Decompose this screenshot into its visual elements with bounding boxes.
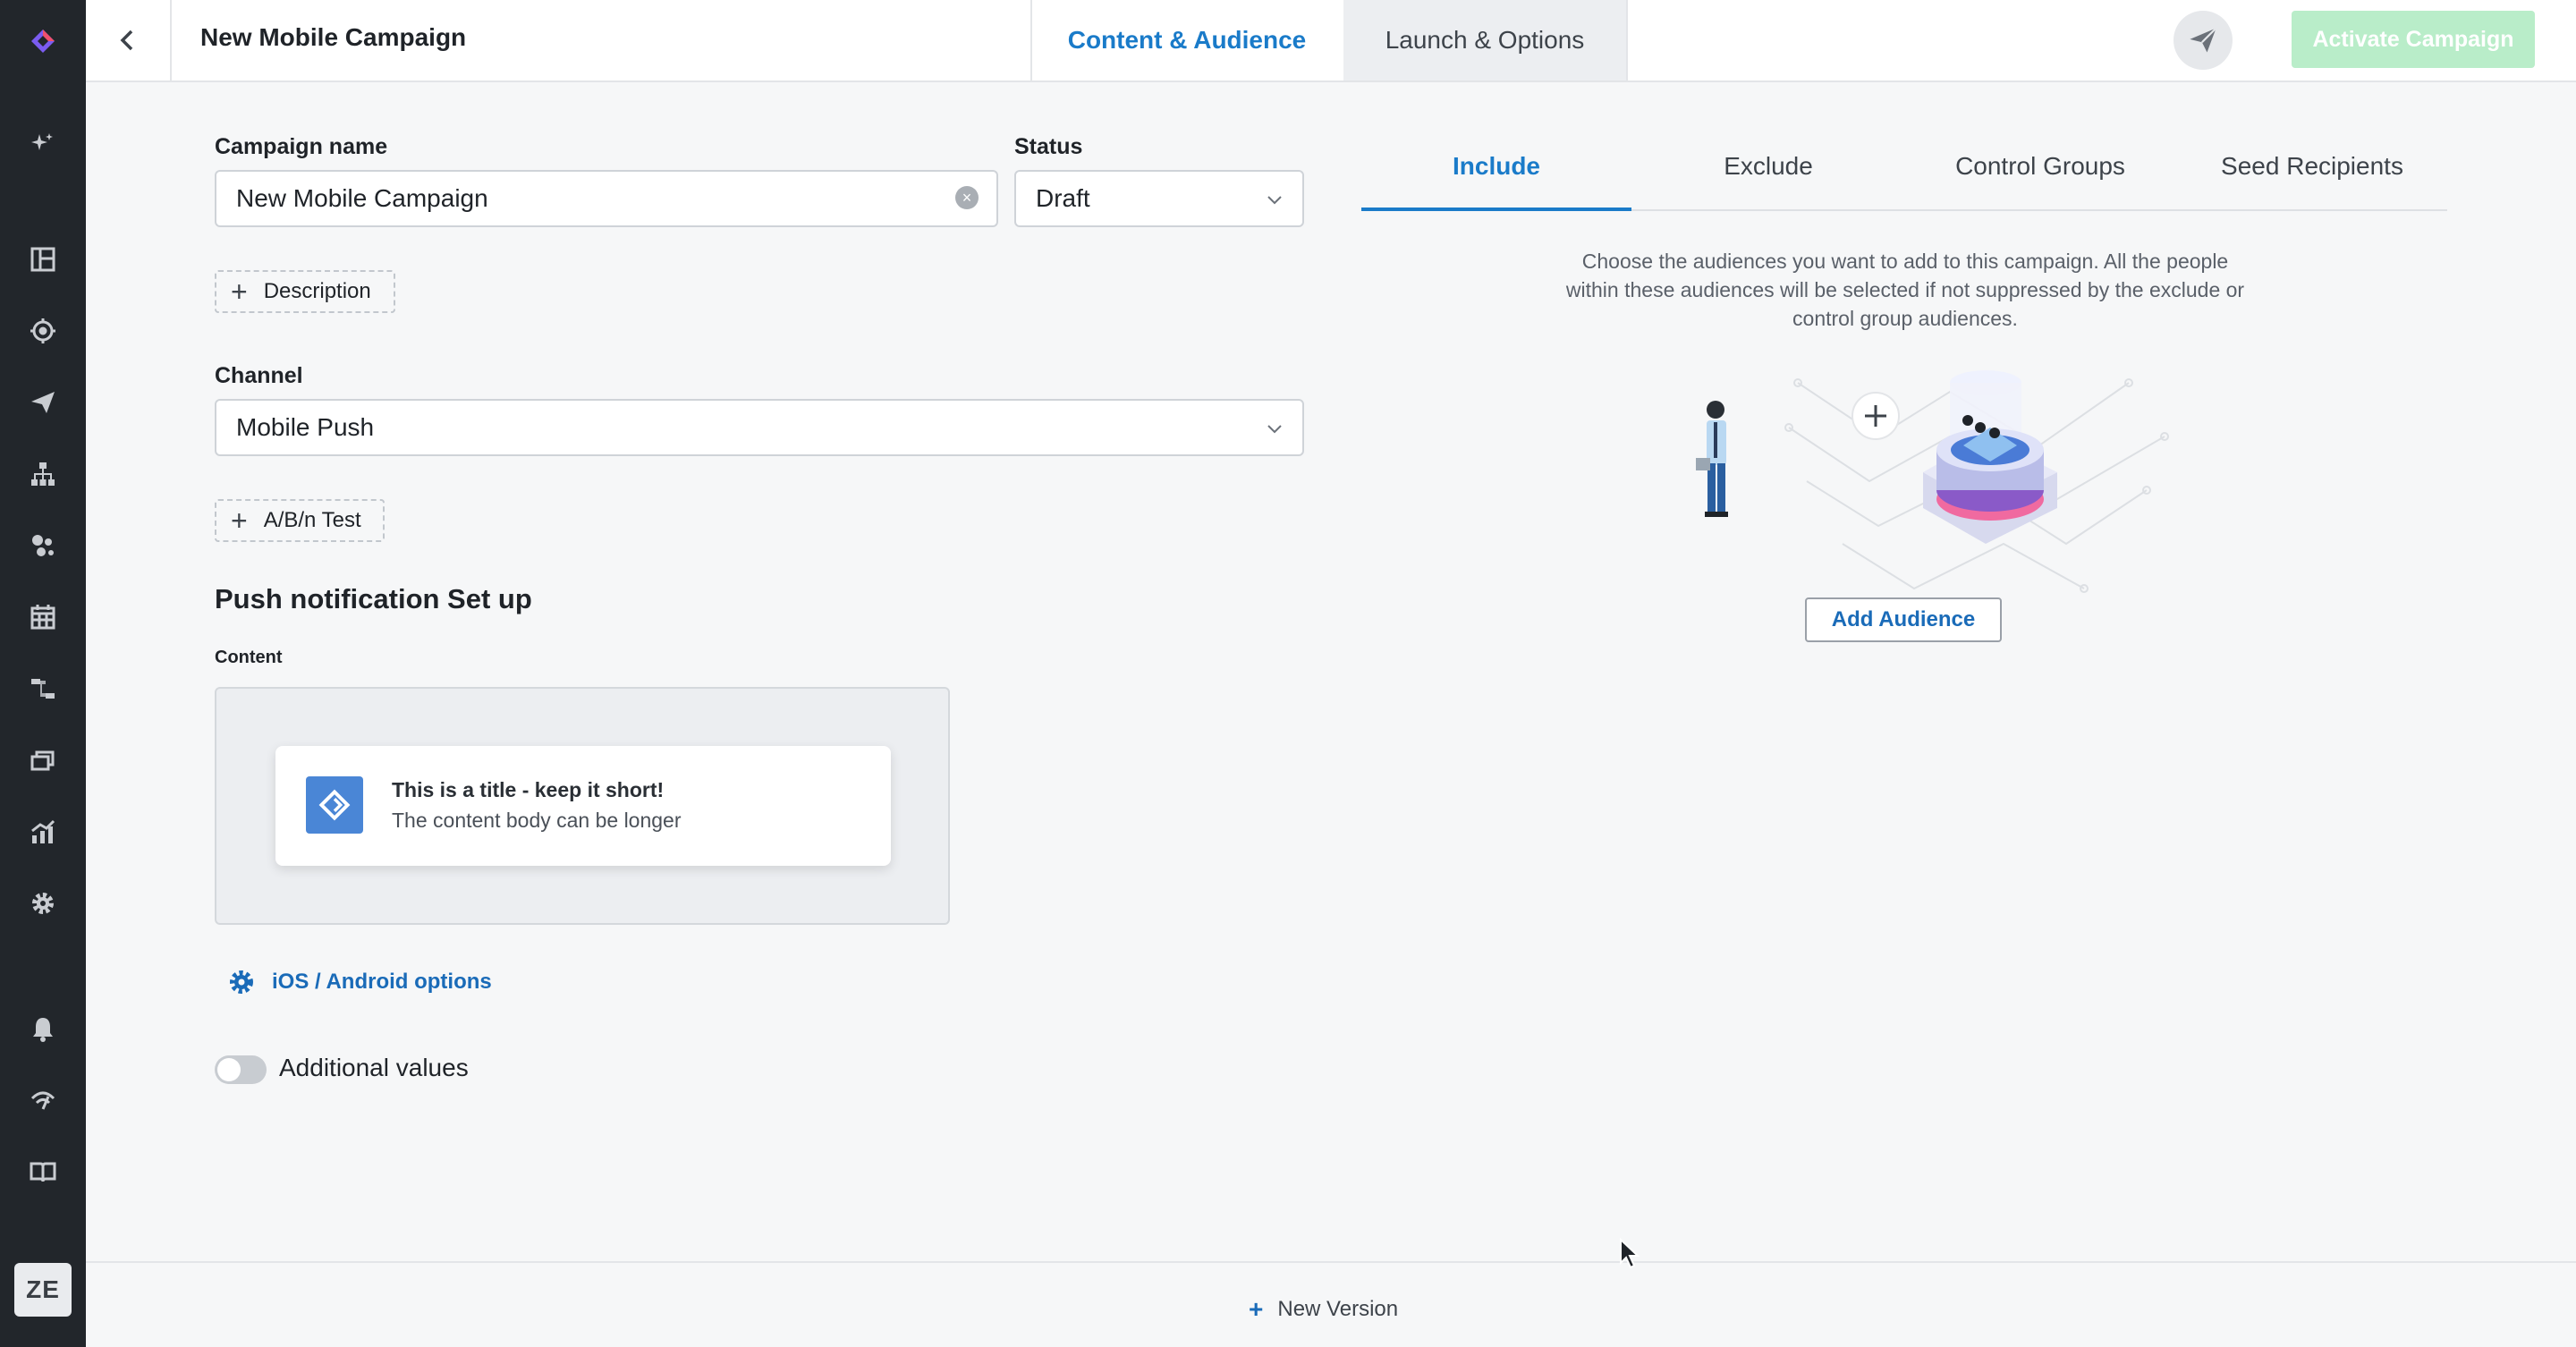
hierarchy-icon[interactable] (25, 456, 61, 492)
status-label: Status (1014, 134, 1083, 159)
plus-icon: + (231, 504, 248, 537)
campaign-name-value: New Mobile Campaign (236, 184, 488, 212)
clear-icon[interactable]: × (955, 186, 979, 209)
new-version-button[interactable]: + New Version (1249, 1295, 1398, 1324)
campaign-name-input[interactable]: New Mobile Campaign × (215, 170, 998, 227)
tab-include[interactable]: Include (1361, 152, 1631, 211)
plus-icon: + (231, 275, 248, 308)
page-title: New Mobile Campaign (200, 23, 467, 51)
notification-body: The content body can be longer (392, 809, 682, 832)
push-preview[interactable]: This is a title - keep it short! The con… (215, 687, 950, 925)
additional-values-label: Additional values (279, 1054, 469, 1081)
content-label: Content (215, 648, 283, 667)
calendar-icon[interactable] (25, 599, 61, 635)
bottom-bar: + New Version (86, 1261, 2576, 1347)
analytics-icon[interactable] (25, 814, 61, 850)
add-ab-test-button[interactable]: + A/B/n Test (215, 499, 385, 542)
tab-content-audience[interactable]: Content & Audience (1030, 0, 1342, 80)
audience-help-text: Choose the audiences you want to add to … (1565, 250, 2245, 330)
sidebar: ZE (0, 0, 86, 1347)
signal-icon[interactable] (25, 1082, 61, 1118)
tab-seed-recipients[interactable]: Seed Recipients (2177, 152, 2447, 211)
back-button[interactable] (86, 0, 172, 80)
segments-icon[interactable] (25, 528, 61, 563)
book-icon[interactable] (25, 1154, 61, 1190)
brand-diamond-icon[interactable] (25, 23, 61, 59)
ios-android-options-label: iOS / Android options (272, 970, 492, 994)
chevron-left-icon (120, 30, 133, 51)
chevron-down-icon (1267, 425, 1282, 434)
add-description-button[interactable]: + Description (215, 270, 395, 313)
send-test-button[interactable] (2174, 11, 2233, 70)
active-tab-indicator (1361, 208, 1631, 211)
paper-plane-icon (2190, 27, 2217, 53)
tab-launch-options[interactable]: Launch & Options (1343, 0, 1628, 80)
toggle-knob (217, 1058, 241, 1081)
ab-test-label: A/B/n Test (263, 508, 361, 532)
push-setup-title: Push notification Set up (215, 583, 532, 614)
audience-illustration (1696, 370, 2169, 593)
ios-android-options-link[interactable]: iOS / Android options (227, 966, 492, 998)
journey-icon[interactable] (25, 671, 61, 707)
notification-title: This is a title - keep it short! (392, 778, 665, 801)
channel-select[interactable]: Mobile Push (215, 399, 1304, 456)
chevron-down-icon (1267, 196, 1282, 205)
avatar[interactable]: ZE (14, 1263, 72, 1317)
send-icon[interactable] (25, 385, 61, 420)
mouse-cursor-icon (1620, 1238, 1640, 1269)
app-logo-icon (306, 776, 363, 834)
person-figure (1696, 401, 1728, 517)
channel-label: Channel (215, 363, 303, 388)
campaign-name-label: Campaign name (215, 134, 388, 159)
new-version-label: New Version (1277, 1297, 1399, 1321)
gear-icon (230, 970, 253, 994)
sparkle-icon[interactable] (25, 125, 61, 161)
target-icon[interactable] (25, 313, 61, 349)
assets-icon[interactable] (25, 742, 61, 778)
status-select[interactable]: Draft (1014, 170, 1304, 227)
top-bar: New Mobile Campaign Content & Audience L… (86, 0, 2576, 82)
add-audience-button[interactable]: Add Audience (1805, 597, 2002, 642)
bell-icon[interactable] (25, 1011, 61, 1046)
channel-value: Mobile Push (236, 413, 375, 441)
plus-icon: + (1249, 1295, 1264, 1323)
dashboard-icon[interactable] (25, 241, 61, 277)
tab-exclude[interactable]: Exclude (1633, 152, 1903, 211)
notification-card: This is a title - keep it short! The con… (275, 746, 891, 866)
settings-icon[interactable] (25, 885, 61, 921)
additional-values-toggle[interactable] (215, 1055, 267, 1084)
description-label: Description (263, 279, 371, 303)
activate-campaign-button[interactable]: Activate Campaign (2292, 11, 2535, 68)
tab-control-groups[interactable]: Control Groups (1905, 152, 2175, 211)
status-value: Draft (1036, 184, 1090, 212)
